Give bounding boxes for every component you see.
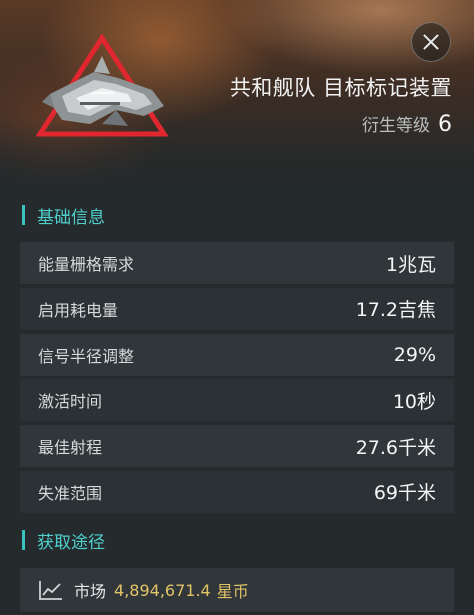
market-source-row[interactable]: 市场 4,894,671.4 星币 <box>20 568 454 612</box>
market-label: 市场 <box>74 582 107 601</box>
attribute-label: 能量栅格需求 <box>38 255 135 274</box>
attribute-label: 失准范围 <box>38 483 103 503</box>
attribute-value: 69千米 <box>373 482 436 505</box>
section-basic-info: 基础信息 <box>22 204 105 228</box>
section-acquisition: 获取途径 <box>22 529 105 553</box>
item-title: 共和舰队 目标标记装置 <box>229 76 452 100</box>
attribute-value: 1兆瓦 <box>385 253 436 276</box>
attribute-row-falloff: 失准范围 69千米 <box>20 470 454 513</box>
chart-line-icon <box>39 581 62 600</box>
attribute-label: 最佳射程 <box>38 438 103 458</box>
attribute-row-powergrid: 能量栅格需求 1兆瓦 <box>20 242 454 284</box>
attribute-row-optimal-range: 最佳射程 27.6千米 <box>20 425 454 468</box>
attribute-row-activation-time: 激活时间 10秒 <box>20 379 454 422</box>
meta-level-label: 衍生等级 <box>362 116 430 136</box>
close-button[interactable] <box>411 22 451 62</box>
attribute-row-activation-cost: 启用耗电量 17.2吉焦 <box>20 287 454 330</box>
market-currency: 星币 <box>216 582 249 601</box>
attribute-value: 27.6千米 <box>355 436 436 459</box>
meta-level-value: 6 <box>438 112 452 137</box>
section-title: 获取途径 <box>37 532 105 553</box>
target-painter-module-icon <box>35 33 169 137</box>
section-accent-bar <box>22 530 25 550</box>
market-price: 4,894,671.4 <box>114 580 211 600</box>
section-title: 基础信息 <box>37 207 105 228</box>
attribute-value: 29% <box>393 343 436 366</box>
attribute-value: 17.2吉焦 <box>355 299 436 322</box>
attribute-label: 启用耗电量 <box>38 300 119 320</box>
attribute-value: 10秒 <box>392 390 436 413</box>
section-accent-bar <box>22 205 25 225</box>
item-info-panel: 共和舰队 目标标记装置 衍生等级 6 基础信息 能量栅格需求 1兆瓦 启用耗电量… <box>0 0 474 615</box>
meta-level: 衍生等级 6 <box>362 111 452 137</box>
attribute-list: 能量栅格需求 1兆瓦 启用耗电量 17.2吉焦 信号半径调整 29% 激活时间 … <box>20 242 454 517</box>
attribute-label: 信号半径调整 <box>38 346 135 366</box>
attribute-row-signature-radius: 信号半径调整 29% <box>20 333 454 376</box>
attribute-label: 激活时间 <box>38 392 103 412</box>
